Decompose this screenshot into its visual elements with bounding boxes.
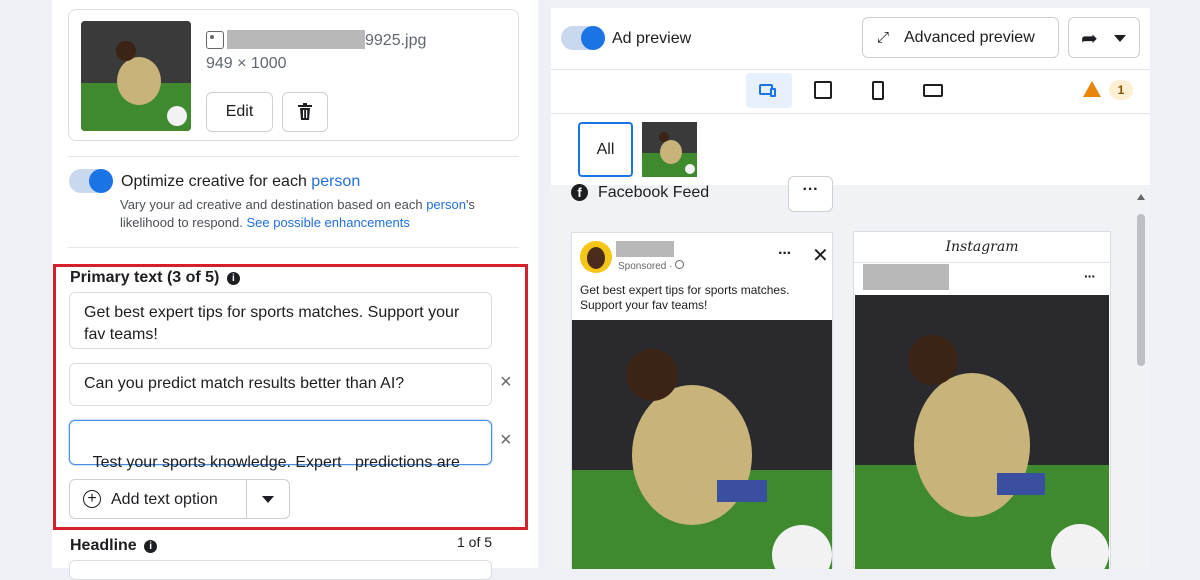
filename-suffix: 9925.jpg	[365, 32, 427, 49]
advanced-preview-button[interactable]: ⤢ Advanced preview	[862, 17, 1059, 58]
toggle-knob	[581, 26, 605, 50]
share-icon: ➦	[1081, 28, 1098, 50]
media-card: 9925.jpg 949 × 1000 Edit	[68, 9, 519, 141]
divider	[68, 247, 519, 248]
delete-button[interactable]	[282, 92, 328, 132]
expand-icon: ⤢	[877, 29, 890, 46]
trash-icon	[298, 103, 312, 120]
divider	[854, 262, 1110, 263]
goalkeeper-image	[642, 122, 697, 177]
page-name-redacted	[616, 241, 674, 257]
add-text-option-label: Add text option	[111, 491, 218, 508]
plus-circle-icon: +	[83, 490, 101, 508]
person-link[interactable]: person	[311, 173, 360, 190]
option-1-text: Get best expert tips for sports matches.…	[84, 304, 460, 343]
chevron-down-icon[interactable]	[262, 496, 274, 503]
goalkeeper-image	[855, 295, 1109, 569]
primary-text-option-1[interactable]: Get best expert tips for sports matches.…	[69, 292, 492, 349]
option-3-text: Test your sports knowledge. Expert predi…	[92, 454, 460, 471]
headline-title-label: Headline	[70, 537, 137, 554]
instagram-post-card: Instagram ···	[853, 231, 1111, 569]
goalkeeper-image	[572, 320, 832, 569]
goalkeeper-image	[81, 21, 191, 131]
share-menu-button[interactable]: ➦	[1068, 17, 1140, 58]
edit-label: Edit	[225, 103, 254, 120]
post-close-icon[interactable]: ✕	[812, 243, 829, 268]
primary-text-option-3[interactable]: Test your sports knowledge. Expert predi…	[69, 420, 492, 471]
primary-text-title-label: Primary text (3 of 5)	[70, 269, 220, 286]
advanced-preview-label: Advanced preview	[904, 29, 1035, 46]
feed-options-button[interactable]: ···	[788, 176, 833, 212]
option-2-text: Can you predict match results better tha…	[84, 375, 405, 392]
toggle-knob	[89, 169, 113, 193]
info-icon[interactable]: i	[226, 272, 240, 285]
primary-text-title: Primary text (3 of 5) i	[70, 269, 240, 287]
ad-preview-toggle[interactable]	[561, 26, 605, 50]
image-dimensions: 949 × 1000	[206, 55, 287, 72]
post-more-icon[interactable]: ···	[778, 245, 792, 263]
sponsored-text: Sponsored ·	[618, 261, 676, 272]
square-format-icon[interactable]	[814, 81, 832, 99]
image-file-icon	[206, 31, 224, 49]
media-thumbnail-small[interactable]	[642, 122, 697, 177]
ad-preview-label: Ad preview	[612, 30, 692, 47]
desc-person-link[interactable]: person	[426, 197, 466, 212]
warning-count-badge: 1	[1109, 80, 1133, 100]
all-media-label: All	[596, 140, 615, 158]
headline-title: Headline i	[70, 537, 158, 555]
desc-text: Vary your ad creative and destination ba…	[120, 197, 427, 212]
devices-icon-phone	[770, 88, 776, 97]
split-divider	[246, 480, 247, 518]
scrollbar-thumb[interactable]	[1137, 214, 1145, 366]
instagram-logo: Instagram	[945, 239, 1019, 255]
optimize-label: Optimize creative for each person	[121, 173, 360, 191]
info-icon[interactable]: i	[144, 540, 158, 553]
all-media-button[interactable]: All	[578, 122, 633, 177]
edit-button[interactable]: Edit	[206, 92, 273, 132]
page-avatar	[580, 241, 612, 273]
optimize-toggle[interactable]	[69, 169, 113, 193]
placement-all-devices[interactable]	[746, 73, 792, 108]
divider	[551, 69, 1150, 70]
divider	[68, 156, 519, 157]
remove-option-2-icon[interactable]: ×	[500, 372, 512, 392]
warning-icon[interactable]	[1083, 81, 1101, 97]
headline-counter: 1 of 5	[457, 534, 493, 550]
chevron-down-icon	[1114, 35, 1126, 42]
post-image	[572, 320, 832, 569]
filename-redacted	[227, 30, 365, 49]
post-text: Get best expert tips for sports matches.…	[580, 283, 790, 312]
sponsored-label: Sponsored ·	[618, 260, 685, 272]
add-text-option-button[interactable]: + Add text option	[69, 479, 290, 519]
see-enhancements-link[interactable]: See possible enhancements	[246, 215, 409, 230]
scroll-up-arrow[interactable]	[1137, 194, 1145, 200]
facebook-feed-label: Facebook Feed	[598, 184, 710, 201]
primary-text-option-2[interactable]: Can you predict match results better tha…	[69, 363, 492, 406]
post-more-icon[interactable]: ···	[1084, 268, 1096, 284]
post-image	[855, 295, 1109, 569]
optimize-label-text: Optimize creative for each	[121, 173, 312, 190]
vertical-format-icon[interactable]	[872, 81, 884, 100]
divider	[551, 113, 1150, 114]
optimize-description: Vary your ad creative and destination ba…	[120, 196, 500, 232]
facebook-post-card: Sponsored · ··· ✕ Get best expert tips f…	[571, 232, 833, 569]
horizontal-format-icon[interactable]	[923, 84, 943, 97]
facebook-icon: f	[571, 184, 588, 201]
scrollbar-track[interactable]	[1136, 194, 1146, 568]
remove-option-3-icon[interactable]: ×	[500, 430, 512, 450]
headline-input[interactable]	[69, 560, 492, 580]
media-thumbnail[interactable]	[81, 21, 191, 131]
globe-icon	[675, 260, 685, 269]
account-name-redacted	[863, 264, 949, 290]
